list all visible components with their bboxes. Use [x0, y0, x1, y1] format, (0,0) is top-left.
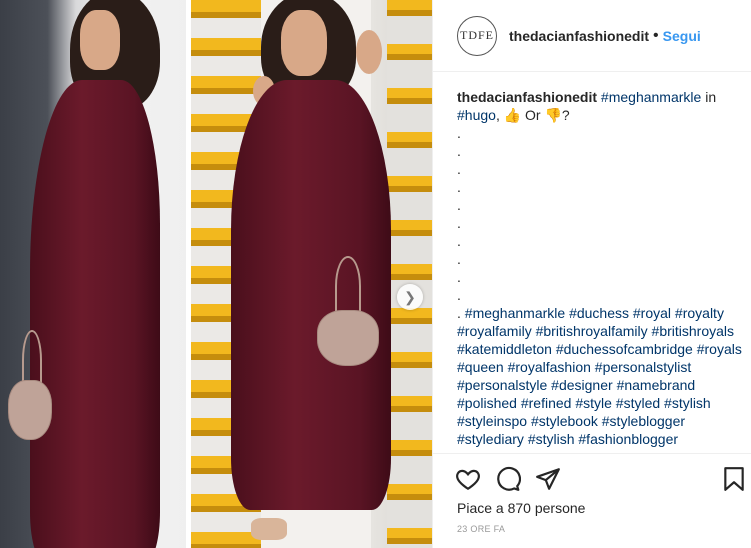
hashtag[interactable]: #stylediary — [457, 431, 524, 447]
hashtag-list: #meghanmarkle #duchess #royal #royalty #… — [457, 305, 742, 447]
follow-button[interactable]: Segui — [663, 28, 701, 44]
hashtag[interactable]: #namebrand — [617, 377, 696, 393]
hashtag[interactable]: #hugo — [457, 107, 496, 123]
hashtag[interactable]: #stylish — [664, 395, 711, 411]
hashtag[interactable]: #katemiddleton — [457, 341, 552, 357]
hashtag[interactable]: #royalfamily — [457, 323, 532, 339]
post-timestamp[interactable]: 23 ORE FA — [457, 524, 505, 534]
photo-left-panel — [0, 0, 190, 548]
caption-dot: . — [457, 179, 461, 195]
hashtag[interactable]: #meghanmarkle — [465, 305, 565, 321]
hashtag[interactable]: #queen — [457, 359, 504, 375]
post-image[interactable]: ❯ — [0, 0, 432, 548]
hashtag[interactable]: #meghanmarkle — [601, 89, 701, 105]
hashtag[interactable]: #royal — [633, 305, 671, 321]
post-actions: Piace a 870 persone 23 ORE FA — [433, 453, 751, 548]
hashtag[interactable]: #personalstylist — [595, 359, 692, 375]
caption-text: in — [701, 89, 717, 105]
hashtag[interactable]: #styleblogger — [602, 413, 685, 429]
post-sidebar: TDFE thedacianfashionedit • Segui thedac… — [432, 0, 751, 548]
hashtag[interactable]: #duchess — [569, 305, 629, 321]
caption-dot: . — [457, 125, 461, 141]
hashtag[interactable]: #britishroyals — [652, 323, 734, 339]
caption-dot: . — [457, 287, 461, 303]
hashtag[interactable]: #personalstyle — [457, 377, 547, 393]
caption-text: , 👍 Or 👎? — [495, 107, 570, 123]
hashtag[interactable]: #fashionblogger — [578, 431, 678, 447]
caption-text: . — [457, 305, 465, 321]
hashtag[interactable]: #stylish — [528, 431, 575, 447]
hashtag[interactable]: #styleinspo — [457, 413, 527, 429]
caption-dot: . — [457, 269, 461, 285]
caption-dot: . — [457, 161, 461, 177]
hashtag[interactable]: #royalfashion — [508, 359, 591, 375]
caption-dot: . — [457, 215, 461, 231]
header-username[interactable]: thedacianfashionedit — [509, 28, 649, 44]
hashtag[interactable]: #polished — [457, 395, 517, 411]
avatar[interactable]: TDFE — [457, 15, 497, 56]
figure-face — [80, 10, 120, 70]
hashtag[interactable]: #refined — [521, 395, 572, 411]
hashtag[interactable]: #style — [575, 395, 612, 411]
figure-dress — [231, 80, 391, 510]
hashtag[interactable]: #designer — [551, 377, 613, 393]
figure-face — [281, 10, 327, 76]
caption-dot: . — [457, 143, 461, 159]
caption-dot: . — [457, 251, 461, 267]
handbag — [317, 310, 379, 366]
header-separator: • — [653, 26, 659, 44]
caption-dot: . — [457, 233, 461, 249]
hashtag[interactable]: #styled — [616, 395, 660, 411]
share-icon[interactable] — [535, 466, 561, 492]
hashtag[interactable]: #royalty — [675, 305, 724, 321]
hashtag[interactable]: #duchessofcambridge — [556, 341, 693, 357]
figure-hand — [356, 30, 382, 74]
caption-dot: . — [457, 197, 461, 213]
caption-username[interactable]: thedacianfashionedit — [457, 89, 597, 105]
post-caption: thedacianfashionedit #meghanmarkle in #h… — [457, 88, 747, 452]
hashtag[interactable]: #royals — [697, 341, 742, 357]
chevron-right-icon: ❯ — [404, 288, 416, 305]
hashtag[interactable]: #stylebook — [531, 413, 598, 429]
figure-shoes — [251, 518, 287, 540]
carousel-next-button[interactable]: ❯ — [397, 284, 423, 310]
figure-dress — [30, 80, 160, 548]
heart-icon[interactable] — [455, 466, 481, 492]
likes-count[interactable]: Piace a 870 persone — [457, 500, 585, 516]
bookmark-icon[interactable] — [721, 466, 747, 492]
handbag — [8, 380, 52, 440]
comment-icon[interactable] — [495, 466, 521, 492]
photo-right-panel — [191, 0, 432, 548]
hashtag[interactable]: #britishroyalfamily — [536, 323, 648, 339]
post-header: TDFE thedacianfashionedit • Segui — [433, 0, 751, 72]
